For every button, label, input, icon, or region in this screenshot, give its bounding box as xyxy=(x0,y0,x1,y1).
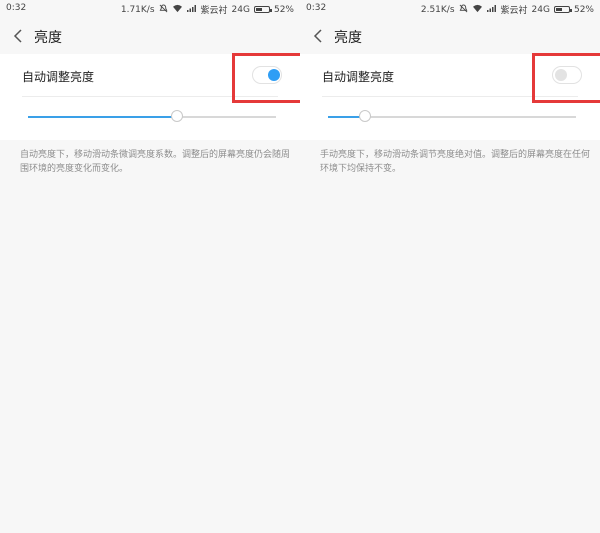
network-speed: 2.51K/s xyxy=(420,4,455,15)
screenshot-comparison: 0:32 1.71K/s 紫云衬 24G 52% 亮度 自动调整亮度 自动亮度下… xyxy=(0,0,600,533)
battery-icon xyxy=(553,6,572,13)
signal-icon xyxy=(186,4,197,15)
mute-bell-icon xyxy=(159,3,168,16)
slider-fill xyxy=(28,116,177,118)
brightness-screen-auto-on: 0:32 1.71K/s 紫云衬 24G 52% 亮度 自动调整亮度 自动亮度下… xyxy=(0,0,300,533)
brightness-slider[interactable] xyxy=(328,110,576,122)
carrier-name: 紫云衬 xyxy=(200,6,228,16)
description-text: 手动亮度下，移动滑动条调节亮度绝对值。调整后的屏幕亮度在任何环境下均保持不变。 xyxy=(320,150,591,174)
status-right-group: 2.51K/s 紫云衬 24G 52% xyxy=(421,3,594,16)
status-bar: 0:32 2.51K/s 紫云衬 24G 52% xyxy=(300,0,600,18)
battery-level xyxy=(555,8,562,11)
battery-level xyxy=(255,8,262,11)
signal-icon xyxy=(486,4,497,15)
status-time: 0:32 xyxy=(306,3,327,13)
slider-thumb[interactable] xyxy=(359,110,372,122)
wifi-icon xyxy=(172,4,183,16)
header: 亮度 xyxy=(300,22,600,50)
description-text: 自动亮度下，移动滑动条微调亮度系数。调整后的屏幕亮度仍会随周围环境的亮度变化而变… xyxy=(20,150,291,174)
chevron-left-icon[interactable] xyxy=(12,26,26,46)
chevron-left-icon[interactable] xyxy=(312,26,326,46)
page-title: 亮度 xyxy=(34,30,62,46)
network-type: 24G xyxy=(531,4,550,15)
status-bar: 0:32 1.71K/s 紫云衬 24G 52% xyxy=(0,0,300,18)
mute-bell-icon xyxy=(459,3,468,16)
carrier-name: 紫云衬 xyxy=(500,6,528,16)
header: 亮度 xyxy=(0,22,300,50)
brightness-screen-auto-off: 0:32 2.51K/s 紫云衬 24G 52% 亮度 自动调整亮度 手动亮度下… xyxy=(300,0,600,533)
battery-percent: 52% xyxy=(573,4,594,15)
battery-icon xyxy=(253,6,272,13)
slider-thumb[interactable] xyxy=(170,110,183,122)
highlight-box xyxy=(232,53,300,103)
brightness-slider[interactable] xyxy=(28,110,276,122)
auto-brightness-label: 自动调整亮度 xyxy=(22,70,95,84)
network-type: 24G xyxy=(231,4,250,15)
status-time: 0:32 xyxy=(6,3,27,13)
wifi-icon xyxy=(472,4,483,16)
status-right-group: 1.71K/s 紫云衬 24G 52% xyxy=(121,3,294,16)
auto-brightness-label: 自动调整亮度 xyxy=(322,70,395,84)
page-title: 亮度 xyxy=(334,30,362,46)
highlight-box xyxy=(532,53,600,103)
network-speed: 1.71K/s xyxy=(120,4,155,15)
battery-percent: 52% xyxy=(273,4,294,15)
